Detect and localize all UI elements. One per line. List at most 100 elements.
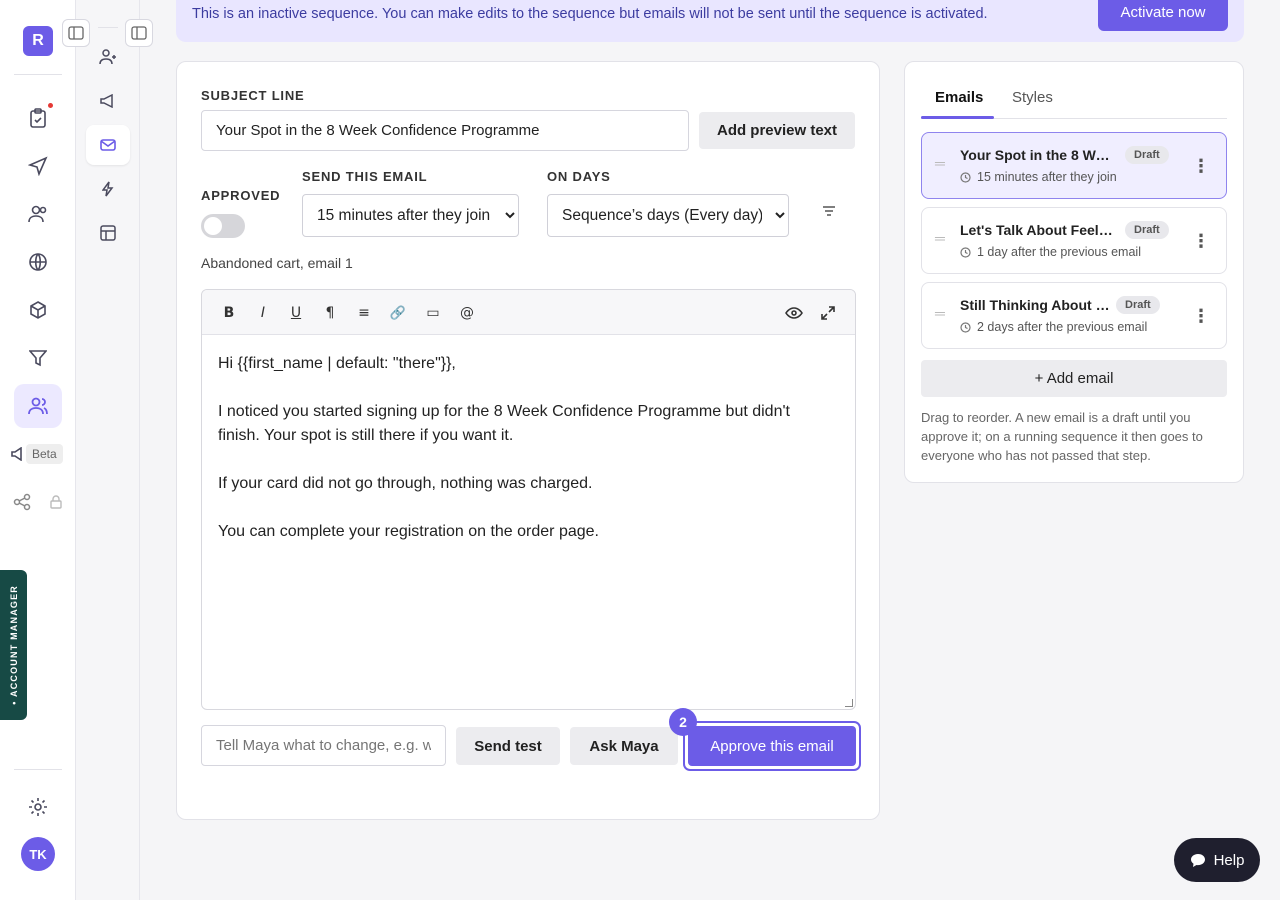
reorder-hint: Drag to reorder. A new email is a draft … <box>921 410 1203 463</box>
mention-button[interactable]: @ <box>456 302 478 324</box>
timing-text: 15 minutes after they join <box>977 170 1117 184</box>
globe-icon[interactable] <box>26 250 50 274</box>
drag-handle-icon[interactable]: ═ <box>935 156 949 170</box>
list-button[interactable]: ≡ <box>353 302 375 324</box>
subject-line-label: SUBJECT LINE <box>201 88 305 103</box>
link-button[interactable]: 🔗 <box>387 302 409 324</box>
email-list-item[interactable]: ═ Let's Talk About Feeling Confident Dra… <box>921 207 1227 274</box>
underline-button[interactable]: U <box>285 302 307 324</box>
sequence-mail-icon[interactable] <box>96 133 120 157</box>
secondary-rail <box>62 0 153 900</box>
contacts-icon[interactable] <box>26 202 50 226</box>
clock-icon <box>960 321 971 333</box>
send-timing-select[interactable]: 15 minutes after they join <box>302 194 519 237</box>
tab-emails[interactable]: Emails <box>935 89 983 106</box>
rail-divider <box>98 27 118 28</box>
more-options-icon[interactable]: ⋮ <box>1192 305 1210 327</box>
help-label: Help <box>1213 851 1245 869</box>
user-avatar[interactable]: TK <box>21 837 55 871</box>
active-tab-indicator <box>921 116 994 119</box>
activate-now-button[interactable]: Activate now <box>1098 0 1228 31</box>
notification-dot <box>48 103 53 108</box>
formatting-toolbar: B I U ¶ ≡ 🔗 ▭ @ <box>202 290 855 335</box>
approved-toggle[interactable] <box>201 214 245 238</box>
draft-badge: Draft <box>1125 146 1169 164</box>
panel-tabs: Emails Styles <box>921 82 1227 119</box>
email-body-editor[interactable]: B I U ¶ ≡ 🔗 ▭ @ Hi {{first_name | defaul… <box>201 289 856 710</box>
email-item-title: Your Spot in the 8 Week Confidence Progr… <box>960 147 1116 163</box>
clock-icon <box>960 171 971 183</box>
email-editor-card: SUBJECT LINE Add preview text APPROVED S… <box>176 61 880 820</box>
expand-panel-button[interactable] <box>125 19 153 47</box>
collapse-sidebar-button[interactable] <box>62 19 90 47</box>
rail-divider <box>14 74 62 75</box>
share-icon[interactable] <box>10 490 34 514</box>
workspace-logo[interactable]: R <box>23 26 53 56</box>
timing-text: 2 days after the previous email <box>977 320 1148 334</box>
resize-handle[interactable] <box>845 699 853 707</box>
paragraph-button[interactable]: ¶ <box>319 302 341 324</box>
more-options-icon[interactable]: ⋮ <box>1192 230 1210 252</box>
email-body-text[interactable]: Hi {{first_name | default: "there"}}, I … <box>218 352 815 568</box>
emails-panel: Emails Styles ═ Your Spot in the 8 Week … <box>904 61 1244 483</box>
email-list-item[interactable]: ═ Still Thinking About It? Draft 2 days … <box>921 282 1227 349</box>
add-email-button[interactable]: + Add email <box>921 360 1227 397</box>
send-icon[interactable] <box>26 154 50 178</box>
italic-button[interactable]: I <box>252 302 274 324</box>
more-options-icon[interactable]: ⋮ <box>1192 155 1210 177</box>
account-manager-tab[interactable]: • ACCOUNT MANAGER <box>0 570 27 720</box>
drag-handle-icon[interactable]: ═ <box>935 306 949 320</box>
clipboard-icon[interactable] <box>26 106 50 130</box>
bold-button[interactable]: B <box>218 302 240 324</box>
audience-icon[interactable] <box>26 394 50 418</box>
preview-eye-icon[interactable] <box>783 302 805 324</box>
beta-badge: Beta <box>26 444 63 464</box>
approve-email-button[interactable]: Approve this email <box>688 726 856 766</box>
step-number-badge: 2 <box>669 708 697 736</box>
main-rail: R Beta TK <box>0 0 76 900</box>
automation-bolt-icon[interactable] <box>96 177 120 201</box>
body-paragraph: Hi {{first_name | default: "there"}}, <box>218 355 456 372</box>
draft-badge: Draft <box>1116 296 1160 314</box>
email-item-timing: 1 day after the previous email <box>960 245 1141 259</box>
body-paragraph: If your card did not go through, nothing… <box>218 475 593 492</box>
account-manager-label: • ACCOUNT MANAGER <box>8 585 19 705</box>
button-block-button[interactable]: ▭ <box>422 302 444 324</box>
body-paragraph: I noticed you started signing up for the… <box>218 403 790 444</box>
clock-icon <box>960 246 971 258</box>
on-days-label: ON DAYS <box>547 169 611 184</box>
chat-bubble-icon <box>1190 853 1205 867</box>
template-icon[interactable] <box>96 221 120 245</box>
email-internal-name: Abandoned cart, email 1 <box>201 255 353 271</box>
email-item-title: Let's Talk About Feeling Confident <box>960 222 1116 238</box>
help-button[interactable]: Help <box>1174 838 1260 882</box>
email-item-timing: 2 days after the previous email <box>960 320 1147 334</box>
banner-message: This is an inactive sequence. You can ma… <box>192 6 988 22</box>
email-item-timing: 15 minutes after they join <box>960 170 1117 184</box>
email-list-item[interactable]: ═ Your Spot in the 8 Week Confidence Pro… <box>921 132 1227 199</box>
tab-styles[interactable]: Styles <box>1012 89 1053 106</box>
email-item-title: Still Thinking About It? <box>960 297 1110 313</box>
fullscreen-icon[interactable] <box>817 302 839 324</box>
ask-maya-input[interactable] <box>201 725 446 766</box>
subscribers-icon[interactable] <box>96 45 120 69</box>
approve-focus-ring: Approve this email <box>683 721 861 771</box>
inactive-sequence-banner: This is an inactive sequence. You can ma… <box>176 0 1244 42</box>
send-test-button[interactable]: Send test <box>456 727 560 765</box>
box-icon[interactable] <box>26 298 50 322</box>
ask-maya-button[interactable]: Ask Maya <box>570 727 678 765</box>
draft-badge: Draft <box>1125 221 1169 239</box>
settings-gear-icon[interactable] <box>26 795 50 819</box>
approved-label: APPROVED <box>201 188 281 203</box>
send-this-email-label: SEND THIS EMAIL <box>302 169 428 184</box>
drag-handle-icon[interactable]: ═ <box>935 231 949 245</box>
subject-line-input[interactable] <box>201 110 689 151</box>
funnel-icon[interactable] <box>26 346 50 370</box>
body-paragraph: You can complete your registration on th… <box>218 523 599 540</box>
on-days-select[interactable]: Sequence’s days (Every day) <box>547 194 789 237</box>
add-preview-text-button[interactable]: Add preview text <box>699 112 855 149</box>
filter-icon[interactable] <box>818 200 840 222</box>
timing-text: 1 day after the previous email <box>977 245 1141 259</box>
broadcast-icon[interactable] <box>96 89 120 113</box>
lock-icon <box>44 490 68 514</box>
